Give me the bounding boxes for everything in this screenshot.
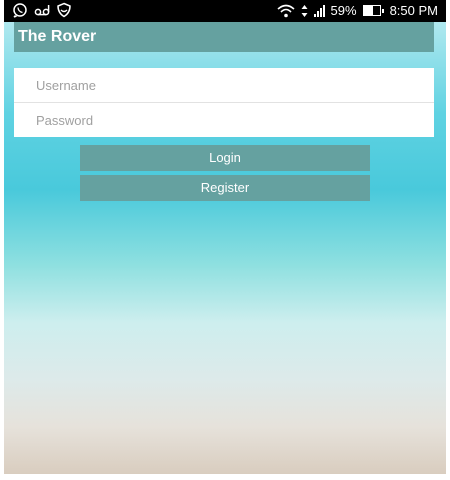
clock: 8:50 PM bbox=[389, 3, 438, 18]
login-form bbox=[14, 68, 434, 137]
battery-percent: 59% bbox=[330, 3, 357, 18]
notification-icons bbox=[12, 2, 72, 18]
data-arrows-icon bbox=[301, 4, 308, 17]
phone-screen: 59% 8:50 PM The Rover Login Register bbox=[4, 0, 446, 474]
whatsapp-icon bbox=[13, 3, 27, 18]
wifi-icon bbox=[277, 4, 295, 17]
username-input[interactable] bbox=[14, 68, 426, 102]
voicemail-icon bbox=[34, 5, 50, 16]
login-button[interactable]: Login bbox=[80, 145, 370, 171]
password-input[interactable] bbox=[14, 103, 426, 137]
shield-icon bbox=[57, 2, 71, 18]
password-field-row bbox=[14, 103, 434, 137]
register-button[interactable]: Register bbox=[80, 175, 370, 201]
status-bar: 59% 8:50 PM bbox=[4, 0, 446, 22]
system-indicators: 59% 8:50 PM bbox=[277, 3, 438, 18]
app-bar: The Rover bbox=[14, 22, 434, 52]
signal-icon bbox=[313, 4, 325, 17]
username-field-row bbox=[14, 68, 434, 103]
app-title: The Rover bbox=[18, 28, 97, 45]
battery-icon bbox=[362, 5, 384, 16]
